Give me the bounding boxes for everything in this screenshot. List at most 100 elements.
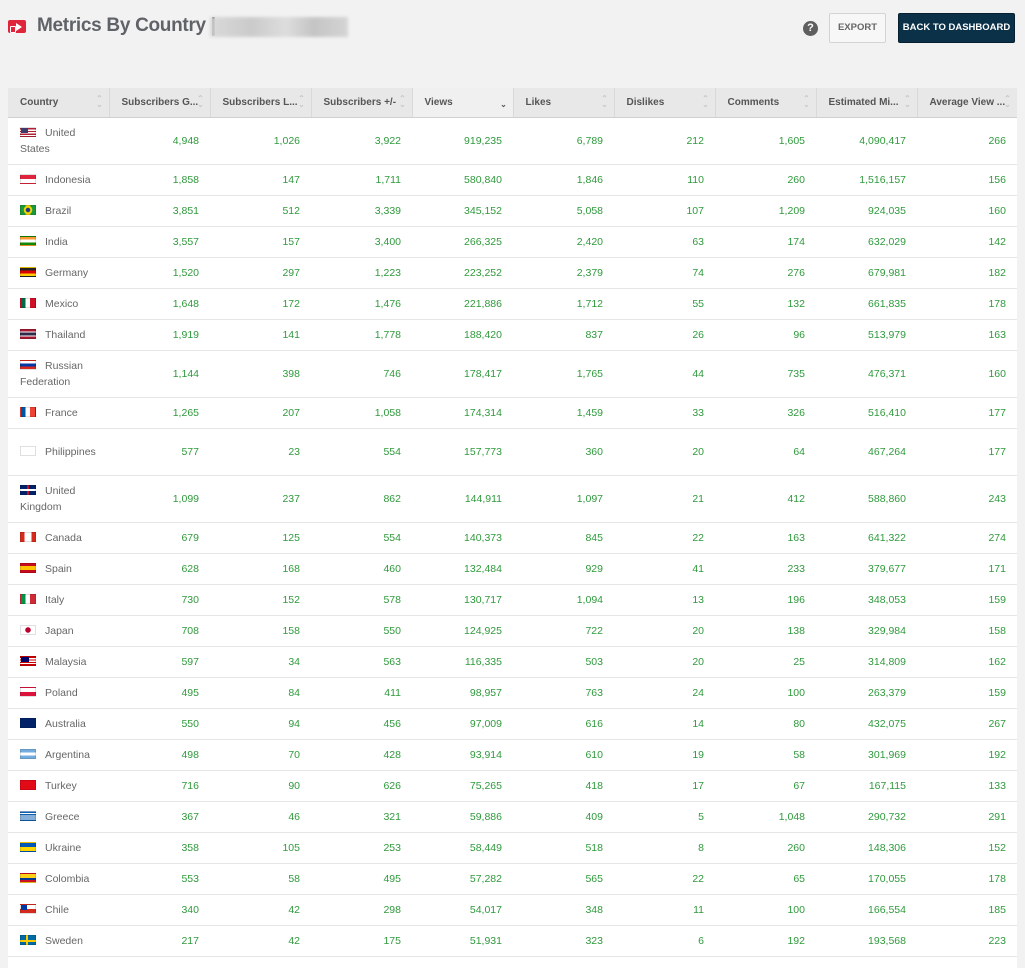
column-header-label: Comments — [727, 96, 780, 108]
metric-cell: 326 — [715, 397, 816, 429]
sort-icon[interactable]: ⌃ ⌄ — [601, 95, 609, 109]
metric-cell: 170,055 — [816, 863, 917, 895]
metric-cell: 553 — [109, 863, 210, 895]
country-name: Greece — [45, 810, 80, 823]
sort-icon[interactable]: ⌃ ⌄ — [96, 95, 104, 109]
metric-cell: 266,325 — [412, 226, 513, 258]
metric-cell: 1,919 — [109, 319, 210, 351]
metric-cell: 124,925 — [412, 615, 513, 647]
metric-cell: 5,058 — [513, 195, 614, 227]
column-header-comments[interactable]: Comments ⌃ ⌄ — [715, 88, 817, 118]
table-row[interactable]: Germany 1,520 297 1,223 223,252 2,379 74 276 679… — [8, 257, 1017, 289]
table-row[interactable]: Japan 708 158 550 124,925 722 20 138 329,984 158 — [8, 615, 1017, 647]
column-header-subscribers[interactable]: Subscribers +/- ⌃ ⌄ — [311, 88, 413, 118]
metric-cell: 367 — [109, 801, 210, 833]
table-row[interactable]: Sweden 217 42 175 51,931 323 6 192 193,568 223 — [8, 925, 1017, 957]
table-row[interactable]: Ukraine 358 105 253 58,449 518 8 260 148,306 152 — [8, 832, 1017, 864]
table-row[interactable]: Philippines 577 23 554 157,773 360 20 64 467,264… — [8, 428, 1017, 476]
metric-cell: 297 — [210, 257, 311, 289]
country-name: India — [45, 235, 68, 248]
metric-cell: 19 — [614, 739, 715, 771]
column-header-views[interactable]: Views ⌄ — [412, 88, 514, 118]
column-header-average-view[interactable]: Average View ... ⌃ ⌄ — [917, 88, 1017, 118]
table-row[interactable]: Mexico 1,648 172 1,476 221,886 1,712 55 132 661,… — [8, 288, 1017, 320]
table-row[interactable]: Spain 628 168 460 132,484 929 41 233 379,677 171 — [8, 553, 1017, 585]
metric-cell: 628 — [109, 553, 210, 585]
metric-cell: 21 — [614, 475, 715, 523]
flag-mx-icon — [20, 297, 36, 308]
metric-cell: 97,009 — [412, 708, 513, 740]
metric-cell: 314,809 — [816, 646, 917, 678]
sort-descending-icon[interactable]: ⌄ — [500, 96, 508, 109]
column-header-subscribers-g[interactable]: Subscribers G... ⌃ ⌄ — [109, 88, 211, 118]
table-row[interactable]: United States 4,948 1,026 3,922 919,235 6,789… — [8, 117, 1017, 165]
table-row[interactable]: Poland 495 84 411 98,957 763 24 100 263,379 159 — [8, 677, 1017, 709]
column-header-label: Subscribers L... — [222, 96, 298, 108]
flag-se-icon — [20, 934, 36, 945]
flag-cl-icon — [20, 903, 36, 914]
metric-cell: 157,773 — [412, 428, 513, 476]
question-circle-icon[interactable]: ? — [803, 21, 818, 36]
flag-gb-icon — [20, 484, 36, 495]
metric-cell: 42 — [210, 894, 311, 926]
metric-cell: 1,516,157 — [816, 164, 917, 196]
table-row[interactable]: Chile 340 42 298 54,017 348 11 100 166,554 185 — [8, 894, 1017, 926]
back-to-dashboard-button[interactable]: BACK TO DASHBOARD — [898, 13, 1015, 43]
metric-cell: 298 — [311, 894, 412, 926]
country-name: Philippines — [45, 445, 96, 458]
metric-cell: 845 — [513, 522, 614, 554]
table-row[interactable]: Colombia 553 58 495 57,282 565 22 65 170,055 178 — [8, 863, 1017, 895]
metric-cell: 217 — [109, 925, 210, 957]
country-cell: Greece — [8, 801, 109, 833]
country-name: Poland — [45, 686, 78, 699]
metric-cell: 679,981 — [816, 257, 917, 289]
metric-cell: 1,144 — [109, 350, 210, 398]
flag-ar-icon — [20, 748, 36, 759]
table-row[interactable]: Malaysia 597 34 563 116,335 503 20 25 314,809 162 — [8, 646, 1017, 678]
metric-cell: 924,035 — [816, 195, 917, 227]
sort-icon[interactable]: ⌃ ⌄ — [702, 95, 710, 109]
table-row[interactable]: Indonesia 1,858 147 1,711 580,840 1,846 110 260… — [8, 164, 1017, 196]
column-header-label: Average View ... — [929, 96, 1006, 108]
table-row[interactable]: Greece 367 46 321 59,886 409 5 1,048 290,732 291 — [8, 801, 1017, 833]
metric-cell: 1,778 — [311, 319, 412, 351]
table-row[interactable]: India 3,557 157 3,400 266,325 2,420 63 174 632,0… — [8, 226, 1017, 258]
metric-cell: 152 — [210, 584, 311, 616]
sort-icon[interactable]: ⌃ ⌄ — [803, 95, 811, 109]
table-row[interactable]: Australia 550 94 456 97,009 616 14 80 432,075 267 — [8, 708, 1017, 740]
sort-icon[interactable]: ⌃ ⌄ — [1004, 95, 1012, 109]
column-header-dislikes[interactable]: Dislikes ⌃ ⌄ — [614, 88, 716, 118]
sort-icon[interactable]: ⌃ ⌄ — [298, 95, 306, 109]
column-header-estimated-mi[interactable]: Estimated Mi... ⌃ ⌄ — [816, 88, 918, 118]
column-header-likes[interactable]: Likes ⌃ ⌄ — [513, 88, 615, 118]
metric-cell: 171 — [917, 553, 1017, 585]
metric-cell: 411 — [311, 677, 412, 709]
table-row[interactable]: Italy 730 152 578 130,717 1,094 13 196 348,053 15… — [8, 584, 1017, 616]
metric-cell: 274 — [917, 522, 1017, 554]
table-row[interactable]: Brazil 3,851 512 3,339 345,152 5,058 107 1,209 9… — [8, 195, 1017, 227]
metric-cell: 837 — [513, 319, 614, 351]
export-button[interactable]: EXPORT — [829, 13, 886, 43]
flag-gr-icon — [20, 810, 36, 821]
table-row[interactable]: France 1,265 207 1,058 174,314 1,459 33 326 516,… — [8, 397, 1017, 429]
sort-icon[interactable]: ⌃ ⌄ — [197, 95, 205, 109]
table-row[interactable]: United Kingdom 1,099 237 862 144,911 1,097 21 4… — [8, 475, 1017, 523]
metric-cell: 17 — [614, 770, 715, 802]
table-row[interactable]: Turkey 716 90 626 75,265 418 17 67 167,115 133 — [8, 770, 1017, 802]
column-header-country[interactable]: Country ⌃ ⌄ — [8, 88, 110, 118]
table-row[interactable]: Canada 679 125 554 140,373 845 22 163 641,322 274 — [8, 522, 1017, 554]
sort-icon[interactable]: ⌃ ⌄ — [904, 95, 912, 109]
table-row[interactable]: Thailand 1,919 141 1,778 188,420 837 26 96 513,9… — [8, 319, 1017, 351]
column-header-subscribers-l[interactable]: Subscribers L... ⌃ ⌄ — [210, 88, 312, 118]
metric-cell: 90 — [210, 770, 311, 802]
table-row[interactable]: Argentina 498 70 428 93,914 610 19 58 301,969 192 — [8, 739, 1017, 771]
country-cell: Australia — [8, 708, 109, 740]
table-row[interactable]: Russian Federation 1,144 398 746 178,417 1,76… — [8, 350, 1017, 398]
country-name: Thailand — [45, 328, 86, 341]
country-name: Turkey — [45, 779, 77, 792]
metric-cell: 177 — [917, 428, 1017, 476]
sort-icon[interactable]: ⌃ ⌄ — [399, 95, 407, 109]
metric-cell: 1,858 — [109, 164, 210, 196]
country-cell: Indonesia — [8, 164, 109, 196]
metric-cell: 130,717 — [412, 584, 513, 616]
